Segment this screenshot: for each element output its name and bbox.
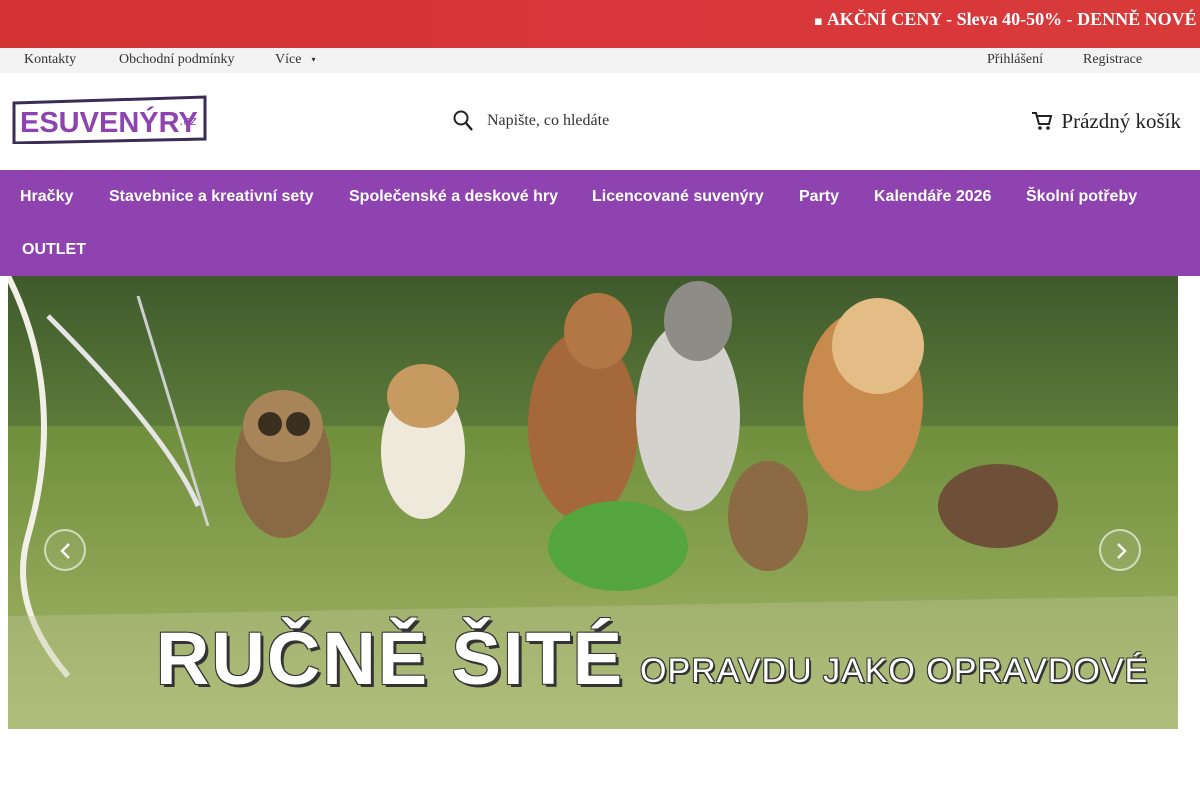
cart-label: Prázdný košík — [1061, 108, 1181, 133]
slider-prev-button[interactable] — [44, 529, 86, 571]
nav-item-skolni-potreby[interactable]: Školní potřeby — [1026, 188, 1137, 206]
site-logo[interactable]: ESUVENÝRY .cz — [12, 95, 207, 145]
cart-icon — [1031, 110, 1053, 132]
tag-icon: ▪ — [814, 14, 823, 29]
svg-text:ESUVENÝRY: ESUVENÝRY — [20, 105, 198, 139]
link-kontakty[interactable]: Kontakty — [24, 52, 76, 68]
top-links-bar: Kontakty Obchodní podmínky Více ▾ Přihláš… — [0, 48, 1200, 73]
promo-banner-text[interactable]: ▪ AKČNÍ CENY - Sleva 40-50% - DENNĚ NOVÉ — [814, 9, 1197, 30]
login-link[interactable]: Přihlášení — [987, 52, 1043, 68]
chevron-right-icon — [1117, 543, 1127, 559]
svg-text:.cz: .cz — [180, 113, 197, 128]
hero-subline: OPRAVDU JAKO OPRAVDOVÉ — [640, 652, 1149, 690]
link-obchodni-podminky[interactable]: Obchodní podmínky — [119, 52, 235, 68]
search-box[interactable] — [452, 107, 782, 135]
register-link[interactable]: Registrace — [1083, 52, 1142, 68]
site-header: ESUVENÝRY .cz Prázdný košík — [0, 73, 1200, 170]
chevron-left-icon — [60, 543, 70, 559]
logo-graphic: ESUVENÝRY .cz — [12, 95, 207, 145]
main-nav: Hračky Stavebnice a kreativní sety Spole… — [0, 170, 1200, 276]
nav-item-spolecenske-hry[interactable]: Společenské a deskové hry — [349, 188, 558, 206]
cart-button[interactable]: Prázdný košík — [1031, 107, 1181, 135]
nav-item-party[interactable]: Party — [799, 188, 839, 206]
promo-text-label: AKČNÍ CENY - Sleva 40-50% - DENNĚ NOVÉ — [826, 9, 1197, 29]
hero-headline: RUČNĚ ŠITÉ — [156, 617, 625, 700]
promo-bar: ▪ AKČNÍ CENY - Sleva 40-50% - DENNĚ NOVÉ — [0, 0, 1200, 48]
nav-item-kalendare[interactable]: Kalendáře 2026 — [874, 188, 991, 206]
slider-next-button[interactable] — [1099, 529, 1141, 571]
more-menu-label: Více — [275, 52, 302, 67]
nav-item-stavebnice[interactable]: Stavebnice a kreativní sety — [109, 188, 314, 206]
search-input[interactable] — [487, 112, 747, 130]
nav-item-outlet[interactable]: OUTLET — [22, 241, 86, 259]
more-menu[interactable]: Více ▾ — [275, 52, 315, 68]
nav-item-licencovane-suvenyry[interactable]: Licencované suvenýry — [592, 188, 764, 206]
chevron-down-icon: ▾ — [311, 55, 316, 64]
hero-banner[interactable]: RUČNĚ ŠITÉ OPRAVDU JAKO OPRAVDOVÉ — [8, 276, 1178, 729]
search-icon[interactable] — [452, 109, 476, 133]
nav-item-hracky[interactable]: Hračky — [20, 188, 73, 206]
